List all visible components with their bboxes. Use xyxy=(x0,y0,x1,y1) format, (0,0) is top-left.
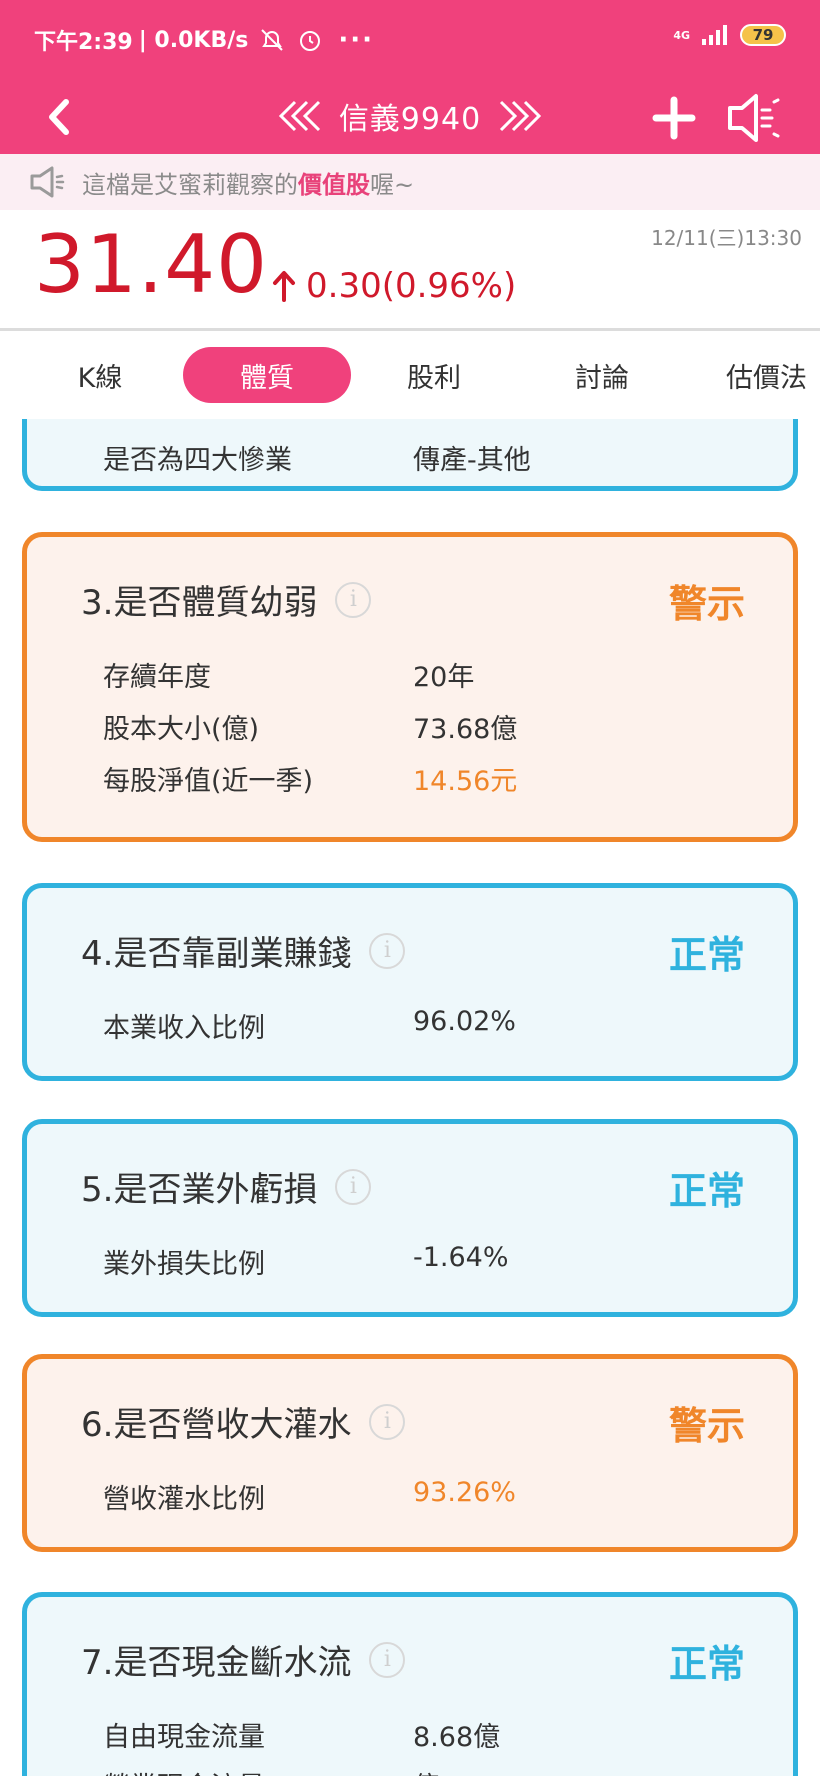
row-label: 每股淨值(近一季) xyxy=(103,766,314,797)
up-arrow-icon xyxy=(273,271,295,302)
card-row: 存續年度 20年 xyxy=(103,655,743,705)
row-label: 業外損失比例 xyxy=(103,1249,265,1280)
card-row: 是否為四大慘業 傳產-其他 xyxy=(103,438,743,488)
battery-icon: 79 xyxy=(740,24,786,46)
row-label: 本業收入比例 xyxy=(103,1013,265,1044)
tab-valuation[interactable]: 估價法 xyxy=(686,347,820,403)
add-icon[interactable] xyxy=(650,94,698,142)
card-title-text: 5.是否業外虧損 xyxy=(81,1170,318,1210)
card-row: 業外損失比例 -1.64% xyxy=(103,1242,743,1292)
network-type: 4G xyxy=(673,28,690,42)
quote-panel: 31.40 0.30(0.96%) 12/11(三)13:30 xyxy=(0,210,820,330)
row-label: 存續年度 xyxy=(103,662,211,693)
info-icon[interactable]: i xyxy=(369,1403,406,1440)
check-card-2: 是否為四大慘業 傳產-其他 xyxy=(22,419,798,491)
price-change-value: 0.30(0.96%) xyxy=(306,266,517,306)
row-value: 96.02% xyxy=(413,1006,516,1037)
status-bar: 下午2:39 | 0.0KB/s ··· 4G 79 xyxy=(0,0,820,80)
row-value: 73.68億 xyxy=(413,714,518,745)
row-value: 億 xyxy=(413,1765,440,1776)
card-row: 股本大小(億) 73.68億 xyxy=(103,707,743,757)
card-title-text: 3.是否體質幼弱 xyxy=(81,583,318,623)
notice-prefix: 這檔是艾蜜莉觀察的 xyxy=(82,170,298,199)
card-row: 本業收入比例 96.02% xyxy=(103,1006,743,1056)
price-change: 0.30(0.96%) xyxy=(272,266,516,306)
notice-suffix: 喔~ xyxy=(370,170,415,199)
status-badge: 正常 xyxy=(668,1642,745,1686)
row-value: 20年 xyxy=(413,662,475,693)
card-row: 營收灌水比例 93.26% xyxy=(103,1477,743,1527)
row-label: 營業現金流量 xyxy=(103,1765,265,1776)
info-icon[interactable]: i xyxy=(335,1168,372,1205)
notice-highlight: 價值股 xyxy=(298,170,370,199)
row-label: 自由現金流量 xyxy=(103,1722,265,1753)
tab-fundamentals[interactable]: 體質 xyxy=(183,347,351,403)
status-badge: 警示 xyxy=(668,582,745,626)
next-stock-icon[interactable] xyxy=(491,98,545,134)
card-title: 6.是否營收大灌水 i xyxy=(81,1397,406,1446)
signal-icon xyxy=(702,25,727,45)
status-net-speed: | 0.0KB/s xyxy=(138,27,249,53)
notice-text: 這檔是艾蜜莉觀察的價值股喔~ xyxy=(82,165,414,200)
megaphone-icon xyxy=(30,166,65,198)
alarm-icon xyxy=(300,31,321,51)
tab-dividend[interactable]: 股利 xyxy=(350,347,518,403)
card-title: 5.是否業外虧損 i xyxy=(81,1162,372,1211)
bell-off-icon xyxy=(261,29,284,51)
card-row: 每股淨值(近一季) 14.56元 xyxy=(103,759,743,809)
stock-price: 31.40 xyxy=(34,218,269,311)
card-title-text: 6.是否營收大灌水 xyxy=(81,1405,352,1445)
row-value: 8.68億 xyxy=(413,1722,501,1753)
stock-switcher: 信義9940 xyxy=(270,88,550,144)
speaker-icon[interactable] xyxy=(724,90,786,146)
prev-stock-icon[interactable] xyxy=(275,98,329,134)
back-chevron-icon[interactable] xyxy=(40,92,80,142)
info-icon[interactable]: i xyxy=(369,932,406,969)
row-label: 股本大小(億) xyxy=(103,714,260,745)
status-badge: 正常 xyxy=(668,933,745,977)
info-icon[interactable]: i xyxy=(335,581,372,618)
card-title: 4.是否靠副業賺錢 i xyxy=(81,926,406,975)
card-row: 營業現金流量 億 xyxy=(103,1765,743,1776)
card-title: 7.是否現金斷水流 i xyxy=(81,1635,406,1684)
status-time: 下午2:39 xyxy=(34,30,133,55)
card-title: 3.是否體質幼弱 i xyxy=(81,575,372,624)
row-value: 傳產-其他 xyxy=(413,445,531,476)
fundamentals-list[interactable]: 是否為四大慘業 傳產-其他 3.是否體質幼弱 i 警示 存續年度 20年 股本大… xyxy=(0,419,820,1776)
check-card-7: 7.是否現金斷水流 i 正常 自由現金流量 8.68億 營業現金流量 億 xyxy=(22,1592,798,1776)
check-card-6: 6.是否營收大灌水 i 警示 營收灌水比例 93.26% xyxy=(22,1354,798,1552)
notice-banner: 這檔是艾蜜莉觀察的價值股喔~ xyxy=(0,154,820,210)
nav-bar: 信義9940 xyxy=(0,80,820,154)
row-label: 營收灌水比例 xyxy=(103,1484,265,1515)
row-value: 14.56元 xyxy=(413,766,518,797)
card-title-text: 7.是否現金斷水流 xyxy=(81,1643,352,1683)
check-card-5: 5.是否業外虧損 i 正常 業外損失比例 -1.64% xyxy=(22,1119,798,1317)
quote-timestamp: 12/11(三)13:30 xyxy=(651,226,802,250)
row-value: -1.64% xyxy=(413,1242,509,1273)
card-title-text: 4.是否靠副業賺錢 xyxy=(81,934,352,974)
check-card-4: 4.是否靠副業賺錢 i 正常 本業收入比例 96.02% xyxy=(22,883,798,1081)
battery-level: 79 xyxy=(752,26,774,44)
status-more-icon: ··· xyxy=(338,25,374,55)
stock-title: 信義9940 xyxy=(338,102,482,137)
check-card-3: 3.是否體質幼弱 i 警示 存續年度 20年 股本大小(億) 73.68億 每股… xyxy=(22,532,798,842)
tab-kline[interactable]: K線 xyxy=(16,347,184,403)
status-badge: 正常 xyxy=(668,1169,745,1213)
tab-bar: K線 體質 股利 討論 估價法 xyxy=(0,331,820,419)
status-badge: 警示 xyxy=(668,1404,745,1448)
row-value: 93.26% xyxy=(413,1477,516,1508)
card-row: 自由現金流量 8.68億 xyxy=(103,1715,743,1765)
row-label: 是否為四大慘業 xyxy=(103,445,292,476)
tab-discussion[interactable]: 討論 xyxy=(518,347,686,403)
info-icon[interactable]: i xyxy=(369,1641,406,1678)
